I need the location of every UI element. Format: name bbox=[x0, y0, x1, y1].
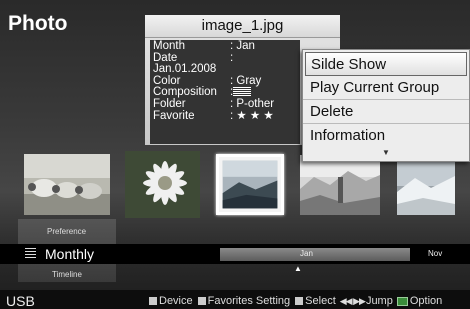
list-icon bbox=[25, 248, 36, 260]
sort-mode-value[interactable]: Monthly bbox=[45, 245, 94, 263]
month-label-current: Jan bbox=[300, 249, 313, 258]
thumbnail-cactus[interactable] bbox=[300, 155, 380, 215]
preference-label[interactable]: Preference bbox=[47, 227, 86, 236]
menu-item-play-current-group[interactable]: Play Current Group bbox=[303, 76, 469, 100]
thumbnail-landscape-selected[interactable] bbox=[216, 154, 284, 215]
thumbnail-sheep[interactable] bbox=[24, 154, 110, 215]
info-label: Favorite bbox=[153, 109, 195, 122]
file-info-details: Month : Jan Date : Jan.01.2008 Color : G… bbox=[150, 40, 300, 144]
info-value: : bbox=[230, 51, 234, 64]
menu-item-information[interactable]: Information bbox=[303, 124, 469, 148]
info-value: : Jan bbox=[230, 40, 255, 52]
favorites-setting-hint[interactable]: Favorites Setting bbox=[208, 295, 291, 307]
red-button-icon bbox=[149, 297, 157, 305]
info-row-favorite: Favorite : ★ ★ ★ bbox=[153, 109, 297, 123]
month-label-next: Nov bbox=[428, 249, 443, 258]
scroll-down-arrow-icon[interactable]: ▼ bbox=[303, 148, 469, 158]
select-hint[interactable]: Select bbox=[305, 295, 336, 307]
source-label: USB bbox=[6, 293, 35, 309]
info-row-folder: Folder : P-other bbox=[153, 97, 297, 111]
file-name: image_1.jpg bbox=[145, 15, 340, 38]
device-hint[interactable]: Device bbox=[159, 295, 193, 307]
menu-item-slide-show[interactable]: Silde Show bbox=[305, 52, 467, 76]
green-button-icon bbox=[197, 297, 206, 305]
tools-button-icon bbox=[396, 296, 408, 306]
thumbnail-snow[interactable] bbox=[397, 158, 455, 215]
thumbnail-flower[interactable] bbox=[125, 151, 200, 218]
jump-arrows-icon: ◀◀ ▶▶ bbox=[339, 295, 366, 306]
button-hints: Device Favorites Setting Select ◀◀ ▶▶ Ju… bbox=[148, 295, 442, 307]
yellow-button-icon bbox=[295, 297, 304, 305]
timeline-track[interactable] bbox=[220, 248, 410, 261]
info-value: : P-other bbox=[230, 97, 275, 110]
options-menu: Silde Show Play Current Group Delete Inf… bbox=[302, 49, 470, 162]
timeline-label[interactable]: Timeline bbox=[52, 270, 82, 279]
jump-hint[interactable]: Jump bbox=[366, 295, 393, 307]
app-title: Photo bbox=[8, 12, 68, 35]
info-label: Month bbox=[153, 40, 185, 52]
menu-item-delete[interactable]: Delete bbox=[303, 100, 469, 124]
info-value: : Gray bbox=[230, 74, 262, 87]
option-hint[interactable]: Option bbox=[410, 295, 442, 307]
info-row-month: Month : Jan bbox=[153, 40, 297, 53]
info-label: Folder bbox=[153, 97, 186, 110]
favorite-stars: : ★ ★ ★ bbox=[230, 109, 274, 122]
timeline-marker-icon: ▲ bbox=[294, 264, 302, 273]
composition-icon bbox=[233, 87, 252, 97]
